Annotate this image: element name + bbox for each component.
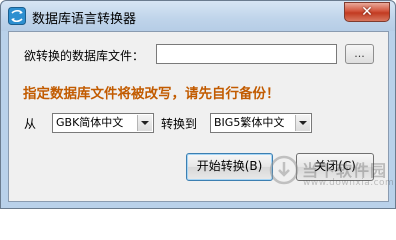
file-label: 欲转换的数据库文件： (24, 49, 145, 63)
from-label: 从 (24, 117, 37, 131)
close-icon: ✕ (361, 4, 373, 20)
start-convert-button[interactable]: 开始转换(B) (186, 153, 273, 181)
window-title: 数据库语言转换器 (32, 12, 137, 27)
close-button[interactable]: 关闭(C) (296, 153, 374, 181)
title-bar[interactable]: 数据库语言转换器 ✕ (1, 1, 395, 31)
dialog-body: 欲转换的数据库文件： ... 指定数据库文件将被改写，请先自行备份！ 从 GBK… (8, 31, 389, 202)
database-file-input[interactable] (156, 44, 337, 64)
source-encoding-select[interactable]: GBK简体中文 (52, 113, 154, 133)
window-close-button[interactable]: ✕ (344, 2, 390, 22)
app-window: 数据库语言转换器 ✕ 欲转换的数据库文件： ... 指定数据库文件将被改写，请先… (0, 0, 396, 209)
to-label: 转换到 (161, 117, 198, 131)
chevron-down-icon[interactable] (137, 115, 152, 131)
target-encoding-select[interactable]: BIG5繁体中文 (210, 113, 312, 133)
target-encoding-value: BIG5繁体中文 (214, 116, 285, 129)
browse-button[interactable]: ... (345, 44, 374, 64)
source-encoding-value: GBK简体中文 (56, 116, 124, 129)
chevron-down-icon[interactable] (295, 115, 310, 131)
backup-warning: 指定数据库文件将被改写，请先自行备份！ (23, 86, 280, 102)
app-icon (8, 7, 26, 25)
